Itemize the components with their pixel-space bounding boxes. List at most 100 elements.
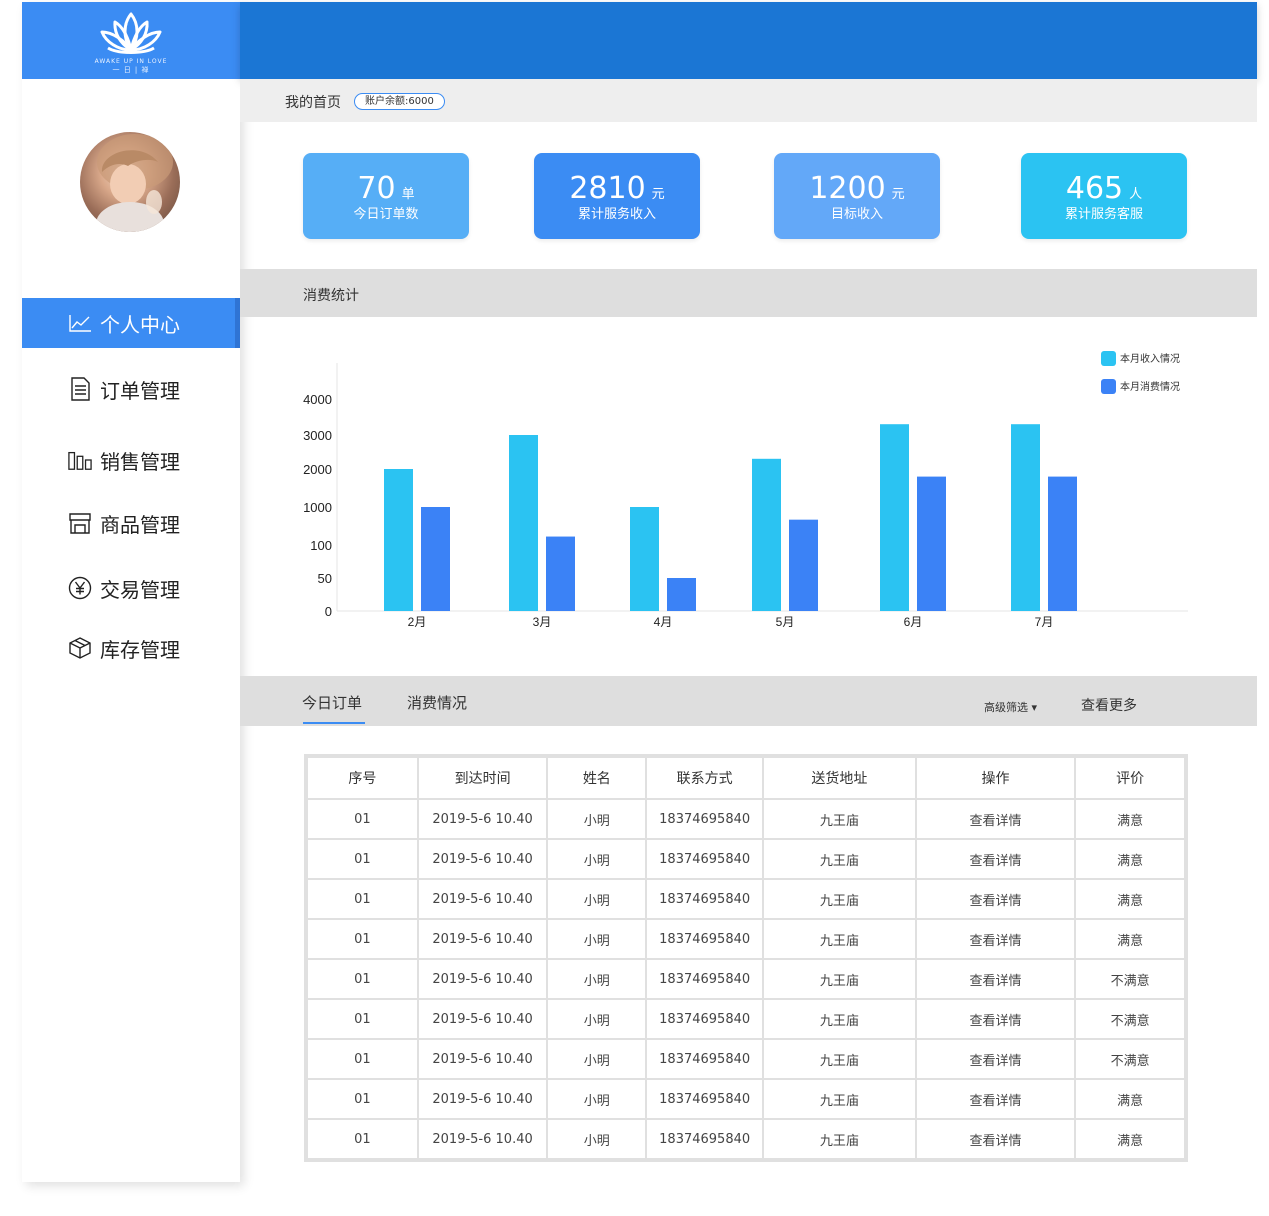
cell-index: 01	[306, 1038, 419, 1080]
stat-value: 70	[357, 171, 396, 206]
sidebar-item-sales[interactable]: 销售管理	[22, 435, 240, 485]
cell-address: 九王庙	[762, 838, 917, 880]
cell-address: 九王庙	[762, 1038, 917, 1080]
stat-label: 今日订单数	[353, 207, 419, 222]
cell-address: 九王庙	[762, 918, 917, 960]
column-header: 操作	[914, 756, 1077, 800]
table-row[interactable]: 01 2019-5-6 10.40 小明 18374695840 九王庙 查看详情 满意	[306, 1078, 1186, 1120]
cell-name: 小明	[546, 838, 648, 880]
cell-arrival-time: 2019-5-6 10.40	[416, 1038, 549, 1080]
view-details-link[interactable]: 查看详情	[914, 958, 1077, 1000]
bar-income[interactable]	[509, 435, 538, 611]
avatar-photo	[96, 134, 173, 232]
bar-consumption[interactable]	[667, 578, 696, 611]
sidebar-item-label: 个人中心	[100, 312, 180, 337]
sidebar-item-label: 商品管理	[100, 512, 180, 537]
cell-index: 01	[306, 838, 419, 880]
cell-name: 小明	[546, 1078, 648, 1120]
bar-consumption[interactable]	[421, 507, 450, 611]
bar-consumption[interactable]	[789, 519, 818, 611]
stat-unit: 元	[651, 187, 665, 202]
bar-income[interactable]	[752, 458, 781, 611]
y-tick-label: 1000	[303, 500, 332, 515]
cell-name: 小明	[546, 1038, 648, 1080]
column-header: 送货地址	[762, 756, 917, 800]
advanced-filter-dropdown[interactable]: 高级筛选 ▾	[984, 699, 1037, 715]
cell-arrival-time: 2019-5-6 10.40	[416, 918, 549, 960]
legend-swatch	[1101, 351, 1116, 366]
cell-index: 01	[306, 958, 419, 1000]
view-more-link[interactable]: 查看更多	[1081, 695, 1137, 715]
table-row[interactable]: 01 2019-5-6 10.40 小明 18374695840 九王庙 查看详情 不满意	[306, 1038, 1186, 1080]
cell-name: 小明	[546, 1118, 648, 1160]
stat-card-target-income[interactable]: 1200 元 目标收入	[774, 153, 940, 239]
view-details-link[interactable]: 查看详情	[914, 798, 1077, 840]
stat-card-customers[interactable]: 465 人 累计服务客服	[1021, 153, 1187, 239]
stat-value: 2810	[569, 171, 646, 206]
view-details-link[interactable]: 查看详情	[914, 1078, 1077, 1120]
sidebar-item-label: 库存管理	[100, 637, 180, 662]
avatar[interactable]	[80, 132, 180, 232]
bar-income[interactable]	[880, 424, 909, 611]
column-header: 到达时间	[416, 756, 549, 800]
cell-arrival-time: 2019-5-6 10.40	[416, 838, 549, 880]
cell-name: 小明	[546, 798, 648, 840]
sidebar-item-label: 交易管理	[100, 577, 180, 602]
bar-income[interactable]	[1011, 424, 1040, 611]
consumption-section-header: 消费统计	[240, 269, 1257, 317]
cell-arrival-time: 2019-5-6 10.40	[416, 1078, 549, 1120]
bar-consumption[interactable]	[917, 476, 946, 611]
brand-logo[interactable]: AWAKE UP IN LOVE 一 日 | 禅	[22, 2, 240, 79]
table-row[interactable]: 01 2019-5-6 10.40 小明 18374695840 九王庙 查看详情 满意	[306, 918, 1186, 960]
tab-consumption[interactable]: 消费情况	[407, 692, 467, 713]
cell-rating: 满意	[1074, 1078, 1186, 1120]
bar-income[interactable]	[630, 507, 659, 611]
table-row[interactable]: 01 2019-5-6 10.40 小明 18374695840 九王庙 查看详情 满意	[306, 798, 1186, 840]
bar-income[interactable]	[384, 469, 413, 611]
sidebar-item-products[interactable]: 商品管理	[22, 498, 240, 548]
bar-columns-icon	[68, 448, 92, 472]
consumption-chart: 0 50 100 1000 2000 3000 4000 2月 3月 4月 5月 6月 7月 本月收入…	[303, 351, 1188, 629]
legend-label: 本月消费情况	[1120, 380, 1180, 393]
cell-address: 九王庙	[762, 1078, 917, 1120]
table-row[interactable]: 01 2019-5-6 10.40 小明 18374695840 九王庙 查看详情 满意	[306, 838, 1186, 880]
cell-address: 九王庙	[762, 878, 917, 920]
active-tab-indicator	[303, 722, 365, 724]
sidebar-item-orders[interactable]: 订单管理	[22, 364, 240, 414]
table-row[interactable]: 01 2019-5-6 10.40 小明 18374695840 九王庙 查看详情 不满意	[306, 998, 1186, 1040]
bar-consumption[interactable]	[546, 536, 575, 611]
cell-rating: 满意	[1074, 798, 1186, 840]
view-details-link[interactable]: 查看详情	[914, 1038, 1077, 1080]
sidebar-item-transactions[interactable]: 交易管理	[22, 563, 240, 613]
app-root: AWAKE UP IN LOVE 一 日 | 禅 个人中心 订单管理 销售管理 …	[0, 0, 1269, 1216]
view-details-link[interactable]: 查看详情	[914, 1118, 1077, 1160]
table-header-row: 序号 到达时间 姓名 联系方式 送货地址 操作 评价	[306, 756, 1186, 800]
bar-consumption[interactable]	[1048, 476, 1077, 611]
legend-label: 本月收入情况	[1120, 352, 1180, 365]
view-details-link[interactable]: 查看详情	[914, 918, 1077, 960]
stat-value: 1200	[809, 171, 886, 206]
sidebar-item-personal-center[interactable]: 个人中心	[22, 298, 240, 348]
column-header: 姓名	[546, 756, 648, 800]
stat-card-orders[interactable]: 70 单 今日订单数	[303, 153, 469, 239]
column-header: 联系方式	[645, 756, 765, 800]
sidebar-item-label: 订单管理	[100, 378, 180, 403]
view-details-link[interactable]: 查看详情	[914, 998, 1077, 1040]
lotus-icon	[100, 12, 162, 54]
balance-badge: 账户余额:6000	[354, 93, 445, 110]
table-row[interactable]: 01 2019-5-6 10.40 小明 18374695840 九王庙 查看详情 满意	[306, 1118, 1186, 1160]
cell-phone: 18374695840	[645, 918, 765, 960]
view-details-link[interactable]: 查看详情	[914, 878, 1077, 920]
table-row[interactable]: 01 2019-5-6 10.40 小明 18374695840 九王庙 查看详情 满意	[306, 878, 1186, 920]
stat-card-service-income[interactable]: 2810 元 累计服务收入	[534, 153, 700, 239]
tab-today-orders[interactable]: 今日订单	[302, 692, 362, 713]
sidebar-item-inventory[interactable]: 库存管理	[22, 623, 240, 673]
table-row[interactable]: 01 2019-5-6 10.40 小明 18374695840 九王庙 查看详情 不满意	[306, 958, 1186, 1000]
cell-phone: 18374695840	[645, 1078, 765, 1120]
orders-table: 序号 到达时间 姓名 联系方式 送货地址 操作 评价 01 2019-5-6 10…	[304, 754, 1188, 1162]
view-details-link[interactable]: 查看详情	[914, 838, 1077, 880]
stat-value: 465	[1065, 171, 1124, 206]
cell-rating: 不满意	[1074, 958, 1186, 1000]
x-tick-label: 2月	[408, 615, 427, 629]
legend-swatch	[1101, 379, 1116, 394]
